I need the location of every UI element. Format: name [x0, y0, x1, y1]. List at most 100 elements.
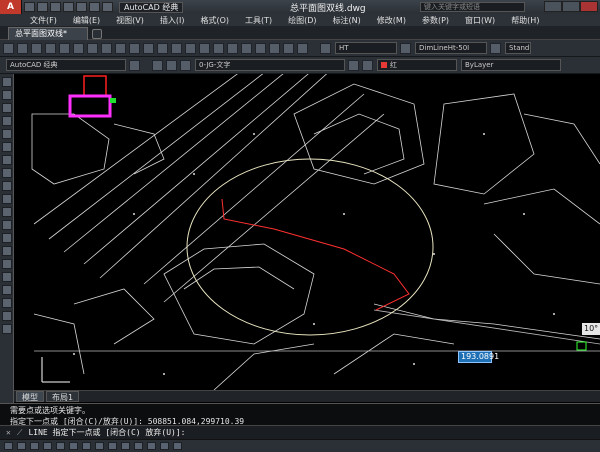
save-as-icon[interactable] [63, 2, 74, 12]
grid-display-icon[interactable] [17, 442, 26, 450]
multiline-text-icon[interactable] [2, 311, 12, 321]
markup-icon[interactable] [269, 42, 280, 54]
save-icon[interactable] [50, 2, 61, 12]
command-customize-icon[interactable]: ⟋ [17, 428, 23, 438]
drawing-canvas[interactable] [14, 74, 600, 390]
menu-window[interactable]: 窗口(W) [465, 15, 495, 26]
menu-dimension[interactable]: 标注(N) [333, 15, 361, 26]
selection-cycling-icon[interactable] [160, 442, 169, 450]
properties-icon[interactable] [213, 42, 224, 54]
ortho-mode-icon[interactable] [30, 442, 39, 450]
sheet-set-icon[interactable] [255, 42, 266, 54]
layer-on-icon[interactable] [166, 59, 177, 71]
layer-manager-icon[interactable] [152, 59, 163, 71]
minimize-button[interactable] [544, 1, 562, 12]
save-icon[interactable] [31, 42, 42, 54]
new-file-icon[interactable] [24, 2, 35, 12]
construction-line-icon[interactable] [2, 90, 12, 100]
polar-tracking-icon[interactable] [43, 442, 52, 450]
object-snap-icon[interactable] [56, 442, 65, 450]
text-style-icon[interactable] [320, 42, 331, 54]
point-icon[interactable] [2, 246, 12, 256]
menu-file[interactable]: 文件(F) [30, 15, 57, 26]
menu-tools[interactable]: 工具(T) [245, 15, 272, 26]
table-icon[interactable] [2, 298, 12, 308]
lineweight-icon[interactable] [121, 442, 130, 450]
otrack-icon[interactable] [82, 442, 91, 450]
linetype-dropdown[interactable]: ByLayer [461, 59, 561, 71]
zoom-window-icon[interactable] [185, 42, 196, 54]
rectangle-icon[interactable] [2, 129, 12, 139]
menu-modify[interactable]: 修改(M) [377, 15, 406, 26]
redo-icon[interactable] [102, 2, 113, 12]
match-properties-icon[interactable] [115, 42, 126, 54]
menu-insert[interactable]: 插入(I) [160, 15, 185, 26]
text-style-dropdown[interactable]: HT [335, 42, 397, 54]
menu-edit[interactable]: 编辑(E) [73, 15, 100, 26]
dynamic-length-input[interactable]: 193.0891 [458, 351, 499, 363]
quick-properties-icon[interactable] [147, 442, 156, 450]
arc-icon[interactable] [2, 142, 12, 152]
circle-icon[interactable] [2, 155, 12, 165]
command-close-icon[interactable]: ✕ [6, 428, 11, 437]
color-dropdown[interactable]: 红 [377, 59, 457, 71]
polyline-icon[interactable] [2, 103, 12, 113]
maximize-button[interactable] [562, 1, 580, 12]
search-input[interactable]: 键入关键字或短语 [420, 2, 525, 12]
print-icon[interactable] [45, 42, 56, 54]
undo-icon[interactable] [89, 2, 100, 12]
print-icon[interactable] [76, 2, 87, 12]
layer-dropdown[interactable]: 0-JG-文字 [195, 59, 345, 71]
make-current-layer-icon[interactable] [348, 59, 359, 71]
preview-icon[interactable] [59, 42, 70, 54]
annotation-monitor-icon[interactable] [173, 442, 182, 450]
autocad-logo-icon[interactable]: A [0, 0, 22, 14]
make-block-icon[interactable] [2, 233, 12, 243]
workspace-dropdown[interactable]: AutoCAD 经典 [119, 1, 184, 13]
cut-icon[interactable] [73, 42, 84, 54]
insert-block-icon[interactable] [2, 220, 12, 230]
command-line[interactable]: ✕ ⟋ LINE 指定下一点或 [闭合(C) 放弃(U)]: [0, 425, 600, 439]
menu-help[interactable]: 帮助(H) [511, 15, 539, 26]
undo-icon[interactable] [129, 42, 140, 54]
transparency-icon[interactable] [134, 442, 143, 450]
spline-icon[interactable] [2, 181, 12, 191]
open-icon[interactable] [17, 42, 28, 54]
dim-style-icon[interactable] [400, 42, 411, 54]
paste-icon[interactable] [101, 42, 112, 54]
workspace-settings-icon[interactable] [129, 59, 140, 71]
layer-previous-icon[interactable] [362, 59, 373, 71]
open-file-icon[interactable] [37, 2, 48, 12]
menu-draw[interactable]: 绘图(D) [288, 15, 316, 26]
workspace-combo[interactable]: AutoCAD 经典 [6, 59, 126, 71]
table-style-dropdown[interactable]: Stand [505, 42, 531, 54]
tab-layout1[interactable]: 布局1 [46, 391, 80, 402]
new-tab-icon[interactable] [92, 29, 102, 39]
help-icon[interactable] [297, 42, 308, 54]
close-button[interactable] [580, 1, 598, 12]
quickcalc-icon[interactable] [283, 42, 294, 54]
redo-icon[interactable] [143, 42, 154, 54]
3d-osnap-icon[interactable] [69, 442, 78, 450]
layer-freeze-icon[interactable] [180, 59, 191, 71]
ellipse-arc-icon[interactable] [2, 207, 12, 217]
design-center-icon[interactable] [227, 42, 238, 54]
dim-style-dropdown[interactable]: DimLineHt-50I [415, 42, 487, 54]
dynamic-input-icon[interactable] [108, 442, 117, 450]
pan-icon[interactable] [157, 42, 168, 54]
snap-mode-icon[interactable] [4, 442, 13, 450]
region-icon[interactable] [2, 285, 12, 295]
copy-icon[interactable] [87, 42, 98, 54]
new-icon[interactable] [3, 42, 14, 54]
polygon-icon[interactable] [2, 116, 12, 126]
gradient-icon[interactable] [2, 272, 12, 282]
hatch-icon[interactable] [2, 259, 12, 269]
tab-active-drawing[interactable]: 总平面图双线* [8, 27, 88, 40]
revcloud-icon[interactable] [2, 168, 12, 178]
menu-parametric[interactable]: 参数(P) [422, 15, 449, 26]
line-icon[interactable] [2, 77, 12, 87]
tool-palettes-icon[interactable] [241, 42, 252, 54]
menu-view[interactable]: 视图(V) [116, 15, 144, 26]
ducs-icon[interactable] [95, 442, 104, 450]
zoom-realtime-icon[interactable] [171, 42, 182, 54]
